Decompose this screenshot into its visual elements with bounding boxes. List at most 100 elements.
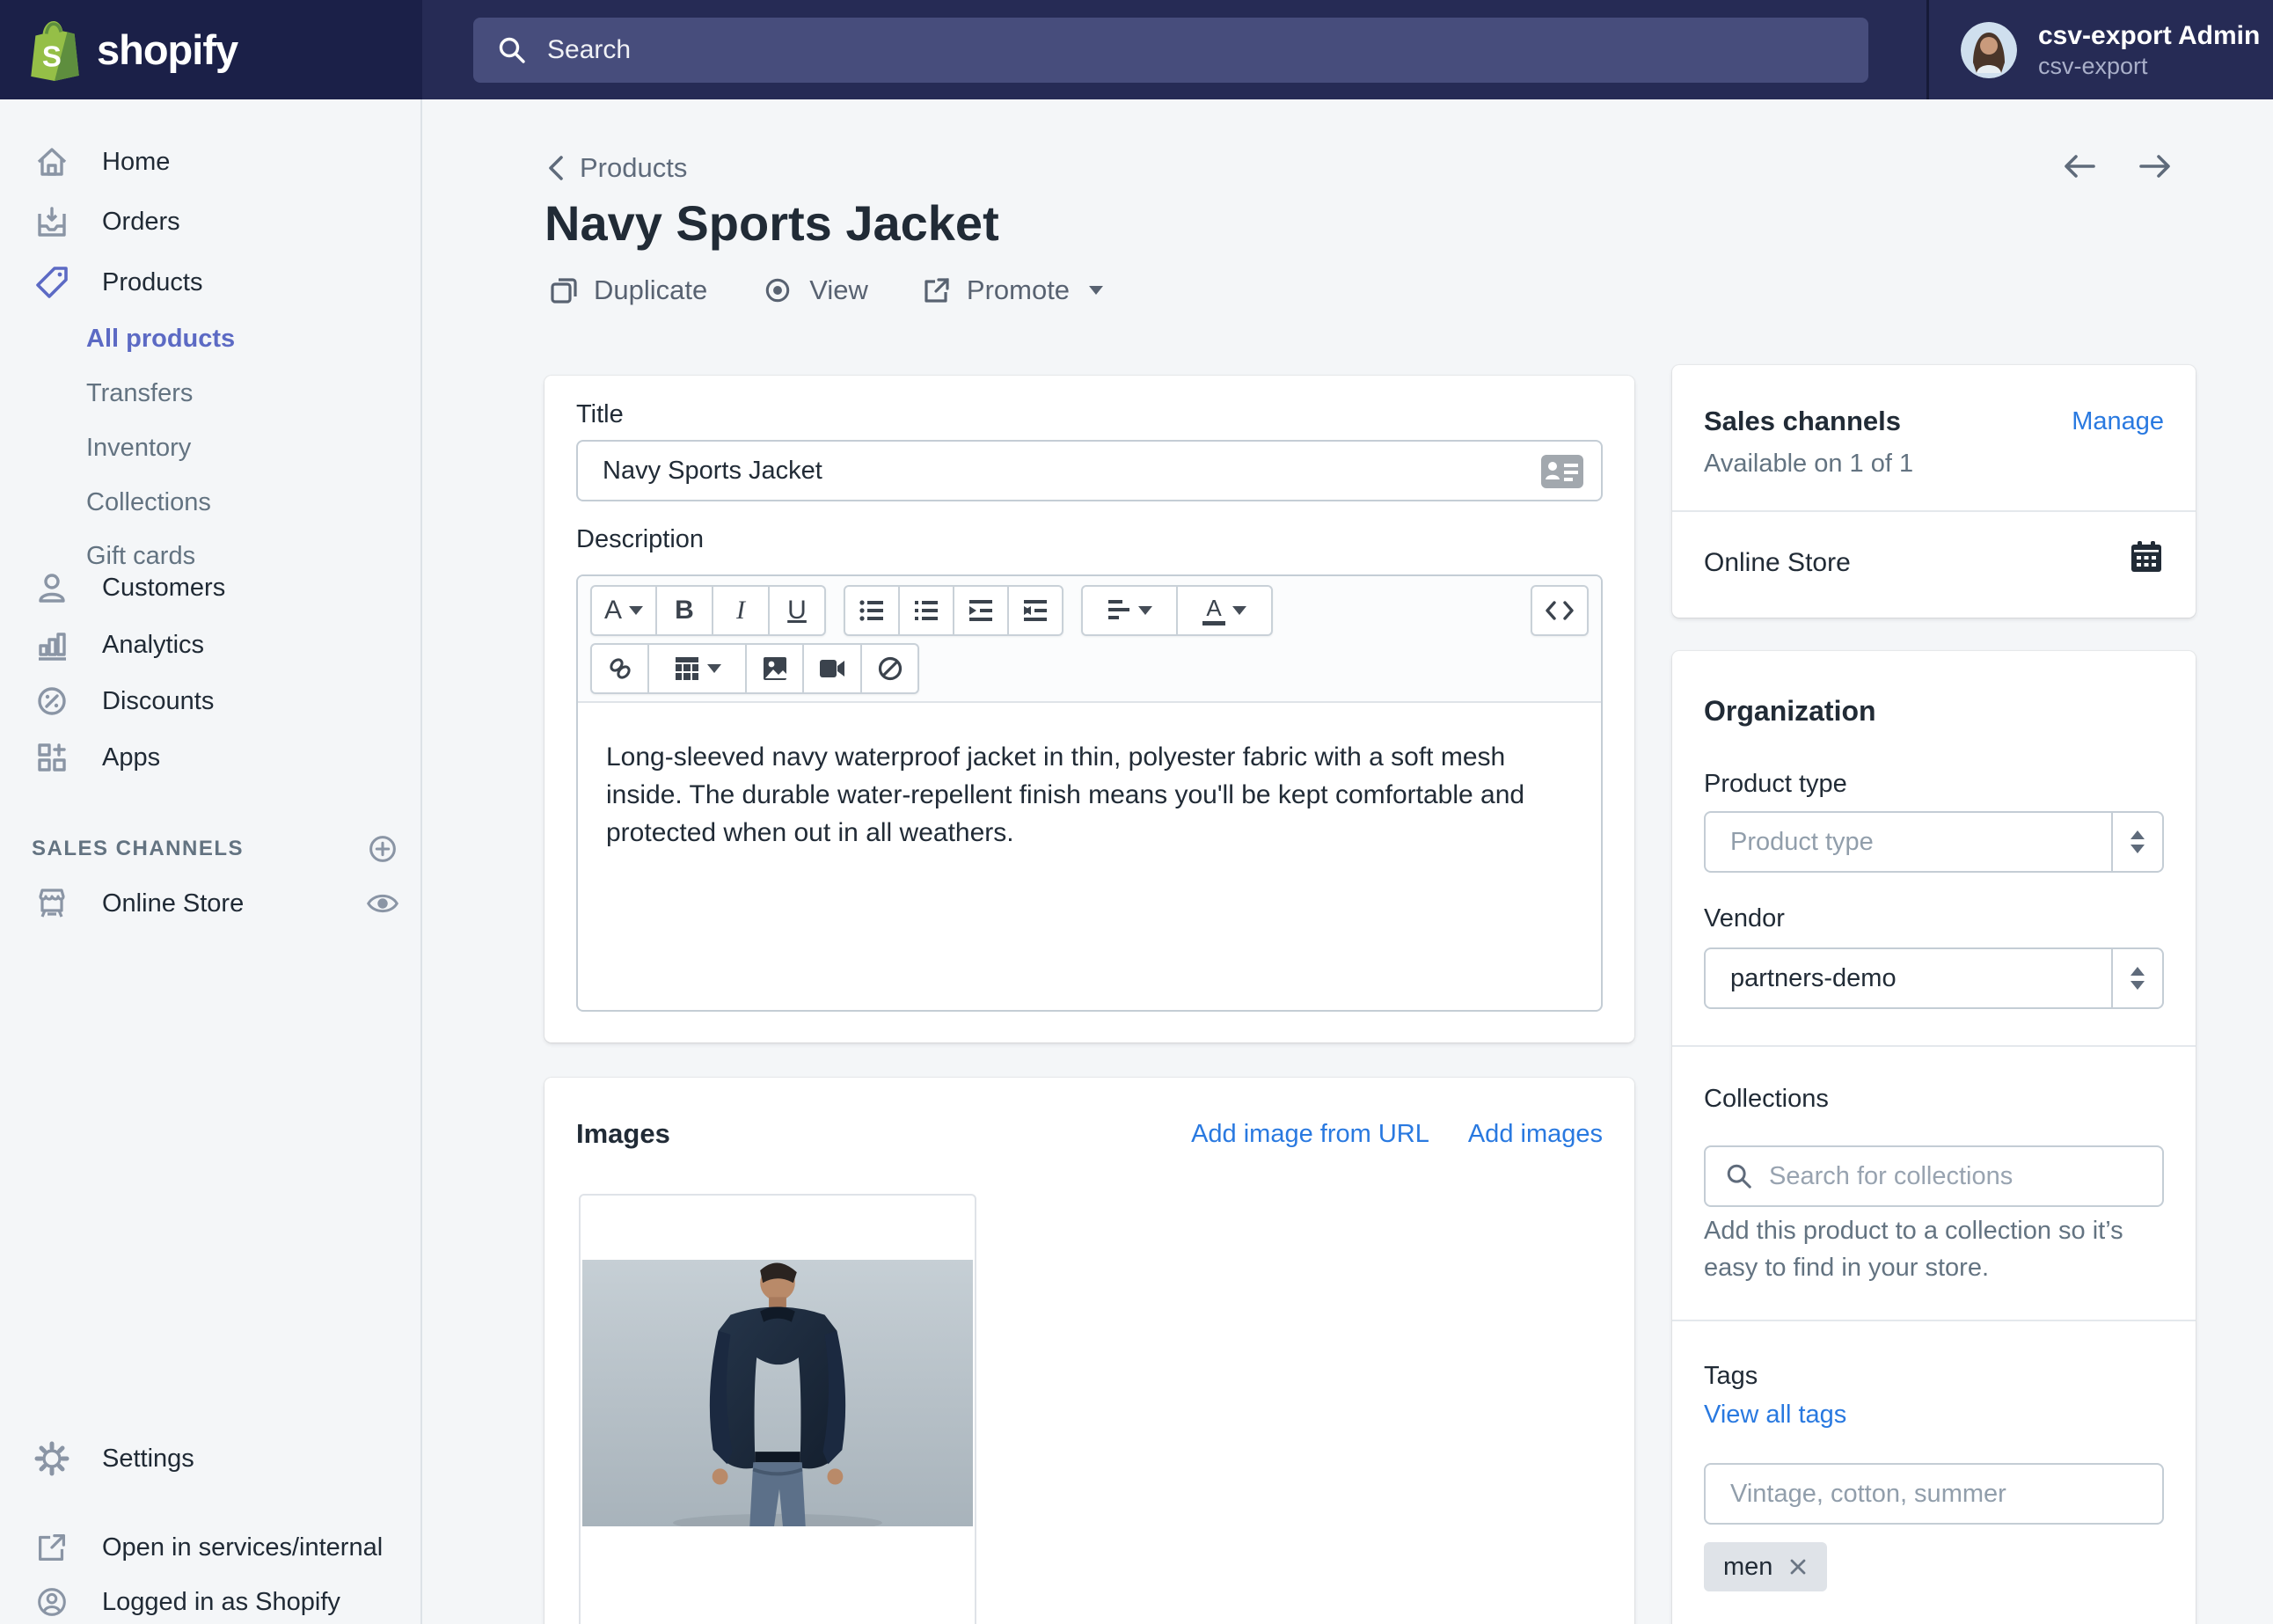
select-stepper-icon (2111, 813, 2162, 871)
add-images-link[interactable]: Add images (1468, 1120, 1603, 1149)
sidebar-item-label: Logged in as Shopify (102, 1588, 340, 1617)
next-product-arrow-icon[interactable] (2136, 149, 2174, 184)
sales-channels-availability: Available on 1 of 1 (1704, 450, 1913, 479)
sidebar-item-orders[interactable]: Orders (32, 194, 403, 250)
insert-video-button[interactable] (802, 643, 862, 694)
user-menu[interactable]: csv-export Admin csv-export (1926, 0, 2273, 99)
contact-card-autofill-icon[interactable] (1539, 453, 1585, 494)
products-tag-icon (32, 262, 72, 303)
person-circle-icon (32, 1582, 72, 1622)
product-image-thumbnail[interactable] (579, 1194, 976, 1624)
avatar (1961, 22, 2017, 78)
sidebar-item-label: Home (102, 148, 170, 177)
sidebar-item-apps[interactable]: Apps (32, 729, 403, 786)
title-input[interactable] (576, 440, 1603, 501)
online-store-channel-label: Online Store (1704, 548, 1851, 578)
underline-button[interactable]: U (768, 585, 826, 636)
sidebar-item-discounts[interactable]: Discounts (32, 673, 403, 729)
outdent-button[interactable] (953, 585, 1009, 636)
sidebar-item-inventory[interactable]: Inventory (86, 423, 403, 472)
align-left-icon (1107, 598, 1131, 623)
sidebar-item-collections[interactable]: Collections (86, 478, 403, 527)
search-icon (1725, 1162, 1753, 1190)
sidebar-item-label: Online Store (102, 889, 244, 918)
prev-product-arrow-icon[interactable] (2060, 149, 2099, 184)
divider (1672, 510, 2196, 512)
sidebar-item-online-store[interactable]: Online Store (32, 875, 403, 932)
manage-sales-channels-link[interactable]: Manage (2072, 407, 2164, 436)
sidebar-item-transfers[interactable]: Transfers (86, 369, 403, 418)
images-heading: Images (576, 1118, 670, 1150)
search-input[interactable] (547, 35, 1845, 65)
bold-button[interactable]: B (655, 585, 713, 636)
clear-formatting-button[interactable] (860, 643, 919, 694)
sidebar-item-label: Settings (102, 1445, 194, 1474)
collections-label: Collections (1704, 1085, 1829, 1114)
sidebar-item-open-internal[interactable]: Open in services/internal (32, 1523, 403, 1572)
text-color-button[interactable]: A (1176, 585, 1273, 636)
analytics-icon (32, 625, 72, 665)
numbered-list-button[interactable] (898, 585, 954, 636)
alignment-button[interactable] (1081, 585, 1178, 636)
remove-tag-icon[interactable] (1788, 1557, 1808, 1576)
indent-icon (1022, 598, 1049, 623)
sales-channels-card: Sales channels Manage Available on 1 of … (1672, 365, 2196, 618)
shopify-logo[interactable]: S shopify (0, 0, 422, 99)
collections-search[interactable] (1704, 1145, 2164, 1207)
sidebar-item-label: Inventory (86, 434, 191, 463)
view-store-eye-icon[interactable] (362, 883, 403, 924)
show-html-button[interactable] (1531, 585, 1589, 636)
view-label: View (809, 274, 868, 306)
vendor-value: partners-demo (1706, 949, 2111, 1007)
collections-search-input[interactable] (1769, 1162, 2143, 1191)
add-sales-channel-icon[interactable] (362, 829, 403, 869)
vendor-select[interactable]: partners-demo (1704, 947, 2164, 1009)
add-image-from-url-link[interactable]: Add image from URL (1191, 1120, 1429, 1149)
pagination-arrows (2060, 149, 2174, 184)
sidebar-item-home[interactable]: Home (32, 134, 403, 190)
numbered-list-icon (913, 598, 939, 623)
bulleted-list-button[interactable] (844, 585, 900, 636)
insert-link-button[interactable] (590, 643, 649, 694)
sidebar-item-customers[interactable]: Customers (32, 560, 403, 616)
product-type-select[interactable]: Product type (1704, 811, 2164, 873)
images-card: Images Add image from URL Add images (544, 1078, 1634, 1624)
schedule-calendar-icon[interactable] (2129, 539, 2164, 579)
view-button[interactable]: View (760, 274, 868, 306)
shopify-admin-app: S shopify csv-export Admin (0, 0, 2273, 1624)
text-style-button[interactable]: A (590, 585, 657, 636)
sidebar-item-label: Orders (102, 208, 180, 237)
discounts-icon (32, 681, 72, 721)
promote-button[interactable]: Promote (921, 274, 1103, 306)
view-all-tags-link[interactable]: View all tags (1704, 1401, 1846, 1430)
sidebar-item-logged-in-as[interactable]: Logged in as Shopify (32, 1577, 403, 1624)
caret-down-icon (1138, 606, 1152, 615)
description-text[interactable]: Long-sleeved navy waterproof jacket in t… (578, 703, 1601, 887)
apps-icon (32, 737, 72, 778)
sidebar-item-settings[interactable]: Settings (32, 1430, 403, 1487)
breadcrumb[interactable]: Products (544, 145, 687, 191)
sidebar-item-label: Collections (86, 488, 211, 517)
editor-toolbar: A B I U (578, 576, 1601, 703)
sidebar-item-all-products[interactable]: All products (86, 314, 403, 363)
organization-card: Organization Product type Product type V… (1672, 651, 2196, 1624)
insert-table-button[interactable] (647, 643, 747, 694)
link-icon (607, 655, 633, 682)
duplicate-button[interactable]: Duplicate (548, 274, 707, 306)
shopify-wordmark: shopify (97, 26, 238, 74)
table-icon (674, 655, 700, 682)
insert-image-button[interactable] (745, 643, 804, 694)
main-content: Products Navy Sports Jacket Duplicate Vi… (422, 99, 2273, 1624)
tags-input[interactable] (1704, 1463, 2164, 1525)
breadcrumb-label: Products (580, 152, 687, 184)
indent-button[interactable] (1007, 585, 1063, 636)
title-label: Title (576, 400, 624, 429)
sidebar-item-analytics[interactable]: Analytics (32, 617, 403, 673)
global-search[interactable] (473, 18, 1868, 83)
product-photo (582, 1260, 973, 1526)
bulleted-list-icon (859, 598, 885, 623)
sidebar-item-label: Analytics (102, 631, 204, 660)
external-link-icon (32, 1527, 72, 1568)
sidebar-item-products[interactable]: Products (32, 254, 403, 311)
italic-button[interactable]: I (712, 585, 770, 636)
